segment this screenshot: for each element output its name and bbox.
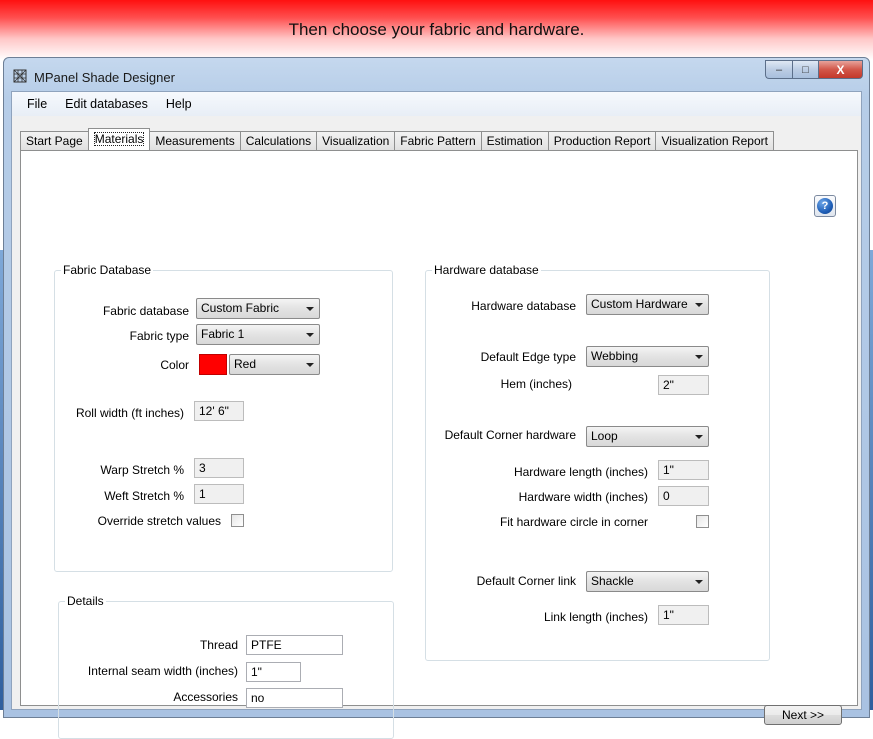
fabric-group-title: Fabric Database [61, 263, 154, 277]
tab-measurements[interactable]: Measurements [149, 131, 241, 150]
seam-width-field[interactable]: 1" [246, 662, 301, 682]
chevron-down-icon [306, 333, 314, 337]
hem-label: Hem (inches) [500, 377, 572, 391]
tab-visualization[interactable]: Visualization [316, 131, 396, 150]
chevron-down-icon [306, 363, 314, 367]
banner-text: Then choose your fabric and hardware. [288, 20, 585, 39]
tab-production-report[interactable]: Production Report [547, 131, 657, 150]
roll-width-label: Roll width (ft inches) [75, 406, 184, 420]
seam-width-label: Internal seam width (inches) [87, 664, 238, 678]
corner-hardware-value: Loop [591, 429, 618, 443]
client-area: File Edit databases Help Start Page Mate… [11, 91, 862, 739]
window-title: MPanel Shade Designer [34, 70, 175, 85]
color-value: Red [234, 357, 257, 371]
menu-file[interactable]: File [27, 97, 47, 111]
minimize-button[interactable]: – [765, 60, 792, 79]
corner-hardware-select[interactable]: Loop [586, 426, 709, 447]
corner-hardware-label: Default Corner hardware [444, 428, 576, 442]
title-bar[interactable]: MPanel Shade Designer – □ X [4, 58, 869, 90]
menu-edit-databases[interactable]: Edit databases [65, 97, 148, 111]
window-controls: – □ X [765, 60, 863, 80]
hardware-length-label: Hardware length (inches) [513, 465, 648, 479]
hem-field[interactable]: 2" [658, 375, 709, 395]
tab-visualization-report[interactable]: Visualization Report [655, 131, 774, 150]
chevron-down-icon [695, 435, 703, 439]
hardware-database-select[interactable]: Custom Hardware [586, 294, 709, 315]
corner-link-value: Shackle [591, 574, 634, 588]
hardware-width-label: Hardware width (inches) [518, 490, 648, 504]
warp-stretch-label: Warp Stretch % [100, 463, 184, 477]
tab-strip: Start Page Materials Measurements Calcul… [20, 128, 774, 150]
override-stretch-label: Override stretch values [97, 514, 221, 528]
menu-help[interactable]: Help [166, 97, 192, 111]
tab-materials[interactable]: Materials [87, 128, 151, 150]
chevron-down-icon [695, 355, 703, 359]
hardware-length-field[interactable]: 1" [658, 460, 709, 480]
fit-circle-label: Fit hardware circle in corner [499, 515, 648, 529]
hardware-width-field[interactable]: 0 [658, 486, 709, 506]
tab-materials-label: Materials [93, 132, 145, 146]
roll-width-field[interactable]: 12' 6" [194, 401, 244, 421]
close-button[interactable]: X [818, 60, 863, 79]
hardware-database-value: Custom Hardware [591, 297, 688, 311]
grid-icon [13, 69, 27, 83]
tab-calculations[interactable]: Calculations [239, 131, 318, 150]
details-group-title: Details [65, 594, 106, 608]
thread-label: Thread [199, 638, 238, 652]
chevron-down-icon [306, 307, 314, 311]
tab-fabric-pattern[interactable]: Fabric Pattern [394, 131, 482, 150]
link-length-label: Link length (inches) [543, 610, 648, 624]
maximize-icon: □ [802, 63, 809, 76]
color-label: Color [160, 358, 189, 372]
hardware-database-label: Hardware database [471, 299, 576, 313]
fabric-database-value: Custom Fabric [201, 301, 280, 315]
warp-stretch-field[interactable]: 3 [194, 458, 244, 478]
close-icon: X [836, 62, 845, 77]
edge-type-value: Webbing [591, 349, 639, 363]
chevron-down-icon [695, 580, 703, 584]
fit-circle-checkbox[interactable] [696, 515, 709, 528]
hardware-group-title: Hardware database [432, 263, 541, 277]
instruction-banner: Then choose your fabric and hardware. [0, 0, 873, 60]
fabric-database-select[interactable]: Custom Fabric [196, 298, 320, 319]
app-window: MPanel Shade Designer – □ X File Edit da… [3, 57, 870, 739]
help-icon: ? [817, 198, 833, 214]
corner-link-label: Default Corner link [476, 574, 576, 588]
override-stretch-checkbox[interactable] [231, 514, 244, 527]
tab-estimation[interactable]: Estimation [480, 131, 549, 150]
tab-start-page[interactable]: Start Page [20, 131, 89, 150]
weft-stretch-field[interactable]: 1 [194, 484, 244, 504]
chevron-down-icon [695, 303, 703, 307]
thread-field[interactable]: PTFE [246, 635, 343, 655]
fabric-type-value: Fabric 1 [201, 327, 245, 341]
next-button[interactable]: Next >> [764, 705, 842, 725]
fabric-type-label: Fabric type [129, 329, 189, 343]
maximize-button[interactable]: □ [792, 60, 818, 79]
fabric-database-label: Fabric database [102, 304, 189, 318]
corner-link-select[interactable]: Shackle [586, 571, 709, 592]
help-button[interactable]: ? [814, 195, 836, 217]
accessories-field[interactable]: no [246, 688, 343, 708]
color-swatch[interactable] [199, 354, 227, 375]
edge-type-select[interactable]: Webbing [586, 346, 709, 367]
edge-type-label: Default Edge type [480, 350, 576, 364]
accessories-label: Accessories [173, 690, 238, 704]
menu-bar: File Edit databases Help [12, 92, 861, 116]
minimize-icon: – [775, 63, 783, 76]
color-select[interactable]: Red [229, 354, 320, 375]
link-length-field[interactable]: 1" [658, 605, 709, 625]
fabric-type-select[interactable]: Fabric 1 [196, 324, 320, 345]
weft-stretch-label: Weft Stretch % [104, 489, 184, 503]
